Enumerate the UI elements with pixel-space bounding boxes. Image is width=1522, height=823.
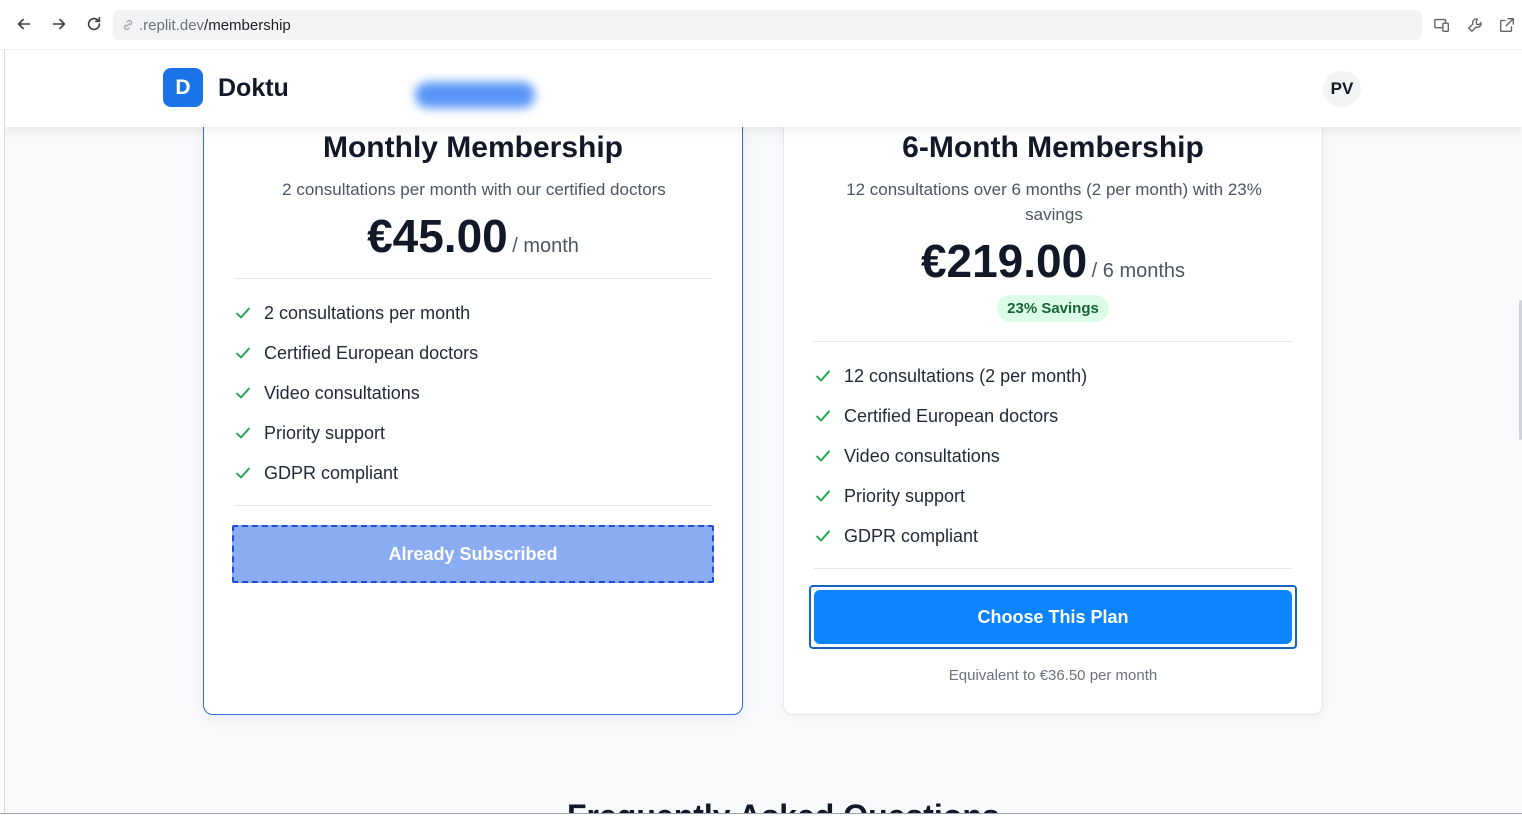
- savings-badge: 23% Savings: [997, 295, 1109, 322]
- feature-label: Video consultations: [844, 445, 1000, 466]
- forward-button[interactable]: [46, 11, 72, 37]
- arrow-right-icon: [52, 18, 66, 30]
- feature-list: 12 consultations (2 per month) Certified…: [814, 356, 1292, 556]
- divider: [234, 505, 712, 506]
- feature-label: Certified European doctors: [844, 405, 1059, 426]
- reload-icon: [87, 16, 101, 31]
- plan-description: 12 consultations over 6 months (2 per mo…: [846, 180, 1262, 224]
- address-bar[interactable]: .replit.dev/membership: [113, 10, 1422, 40]
- feature-label: 12 consultations (2 per month): [844, 365, 1088, 386]
- url-host: .replit.dev: [139, 16, 205, 34]
- check-icon: [236, 347, 250, 359]
- feature-item: 12 consultations (2 per month): [814, 356, 1292, 396]
- feature-item: 2 consultations per month: [234, 293, 712, 333]
- already-subscribed-button[interactable]: Already Subscribed: [232, 525, 714, 583]
- choose-plan-focus-ring: Choose This Plan: [809, 585, 1297, 649]
- plan-card-monthly: Monthly Membership 2 consultations per m…: [203, 90, 743, 715]
- equivalent-price-note: Equivalent to €36.50 per month: [948, 667, 1158, 684]
- user-avatar[interactable]: PV: [1323, 71, 1361, 107]
- check-icon: [816, 490, 830, 502]
- feature-label: GDPR compliant: [264, 462, 399, 483]
- feature-label: Video consultations: [264, 382, 420, 403]
- divider: [814, 568, 1292, 569]
- devtools-button[interactable]: [1463, 13, 1487, 37]
- feature-label: Certified European doctors: [264, 342, 479, 363]
- browser-toolbar: .replit.dev/membership: [0, 0, 1522, 50]
- open-new-tab-button[interactable]: [1495, 13, 1519, 37]
- feature-item: Video consultations: [814, 436, 1292, 476]
- feature-item: GDPR compliant: [234, 453, 712, 493]
- divider: [234, 278, 712, 279]
- faq-heading: Frequently Asked Questions: [567, 798, 1000, 813]
- link-icon: [123, 20, 133, 30]
- check-icon: [816, 410, 830, 422]
- plan-card-six-month: 6-Month Membership 12 consultations over…: [783, 90, 1323, 715]
- reload-button[interactable]: [81, 11, 107, 37]
- external-link-icon: [1500, 18, 1514, 32]
- plan-price: €45.00: [367, 210, 508, 262]
- feature-item: Certified European doctors: [234, 333, 712, 373]
- feature-item: Priority support: [814, 476, 1292, 516]
- divider: [814, 341, 1292, 342]
- feature-label: Priority support: [844, 485, 966, 506]
- plan-title: Monthly Membership: [322, 131, 623, 164]
- plan-period: / month: [512, 235, 579, 257]
- check-icon: [816, 370, 830, 382]
- feature-label: Priority support: [264, 422, 386, 443]
- plan-period: / 6 months: [1091, 260, 1186, 282]
- choose-plan-button[interactable]: Choose This Plan: [814, 590, 1292, 644]
- feature-item: GDPR compliant: [814, 516, 1292, 556]
- url-path: /membership: [204, 16, 291, 34]
- plan-description: 2 consultations per month with our certi…: [282, 180, 666, 199]
- price-row: €219.00 / 6 months: [784, 234, 1322, 288]
- arrow-left-icon: [17, 18, 31, 30]
- feature-label: GDPR compliant: [844, 525, 979, 546]
- check-icon: [236, 387, 250, 399]
- price-row: €45.00 / month: [204, 209, 742, 263]
- app-header: D Doktu PV: [5, 50, 1522, 127]
- check-icon: [236, 307, 250, 319]
- app-viewport: D Doktu PV Monthly Membership 2 consulta…: [4, 50, 1522, 813]
- plan-title: 6-Month Membership: [902, 131, 1204, 164]
- logo-mark[interactable]: D: [163, 68, 203, 107]
- bottom-edge: [0, 813, 1522, 823]
- check-icon: [816, 450, 830, 462]
- blurred-nav-pill: [415, 82, 535, 108]
- check-icon: [236, 467, 250, 479]
- feature-item: Certified European doctors: [814, 396, 1292, 436]
- plan-price: €219.00: [920, 235, 1088, 287]
- wrench-icon: [1468, 18, 1482, 32]
- check-icon: [816, 530, 830, 542]
- feature-item: Priority support: [234, 413, 712, 453]
- check-icon: [236, 427, 250, 439]
- app-name[interactable]: Doktu: [218, 74, 289, 103]
- back-button[interactable]: [11, 11, 37, 37]
- cast-button[interactable]: [1430, 13, 1454, 37]
- devices-icon: [1434, 18, 1449, 32]
- feature-label: 2 consultations per month: [264, 302, 471, 323]
- feature-list: 2 consultations per month Certified Euro…: [234, 293, 712, 493]
- feature-item: Video consultations: [234, 373, 712, 413]
